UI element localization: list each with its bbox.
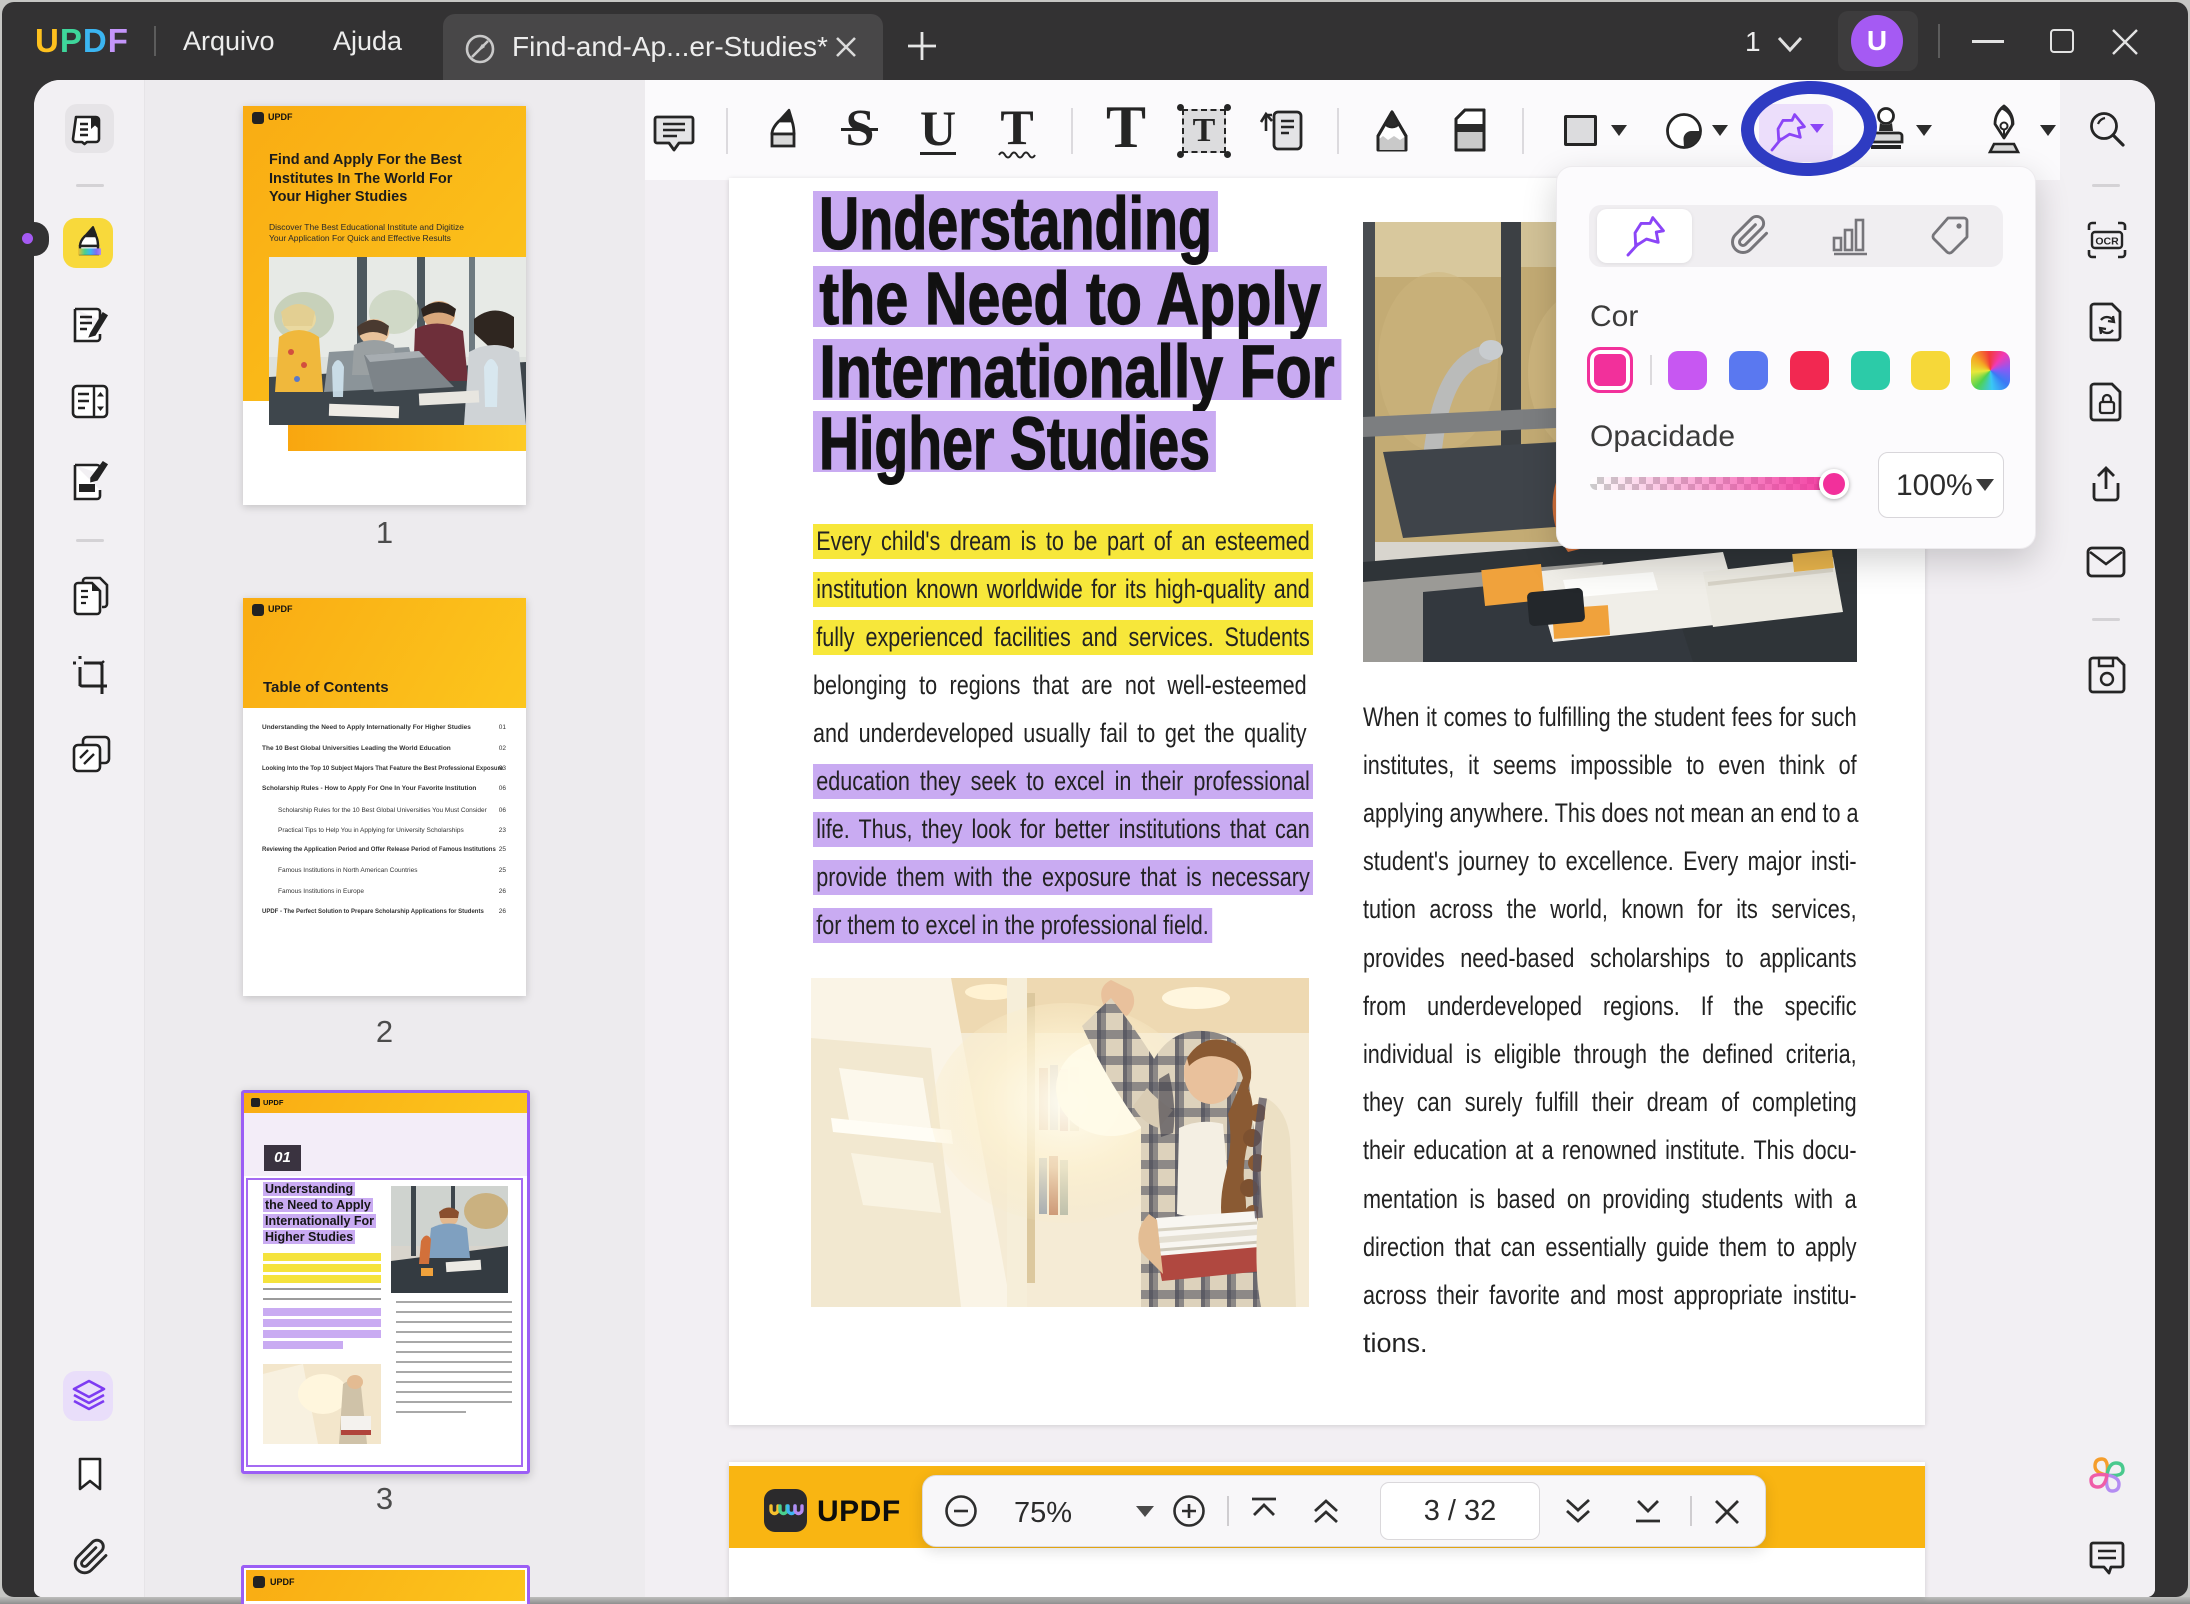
svg-text:OCR: OCR [2095,236,2119,248]
